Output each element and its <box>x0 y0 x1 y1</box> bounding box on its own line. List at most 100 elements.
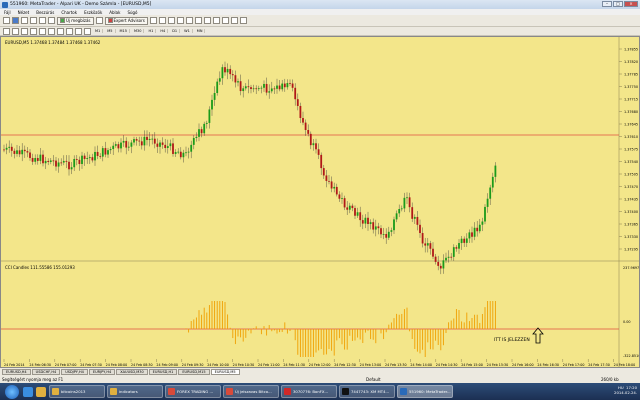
minimize-button[interactable]: – <box>602 1 612 7</box>
task-item-bitcoins[interactable]: bitcoins2013 <box>49 385 105 398</box>
chart-window[interactable]: EURUSD,M5 1.37468 1.37484 1.37468 1.3746… <box>0 36 640 368</box>
candle-body <box>429 243 432 249</box>
cursor-icon[interactable] <box>3 27 10 35</box>
price-axis: 1.37855 1.37820 1.37785 1.37750 1.37715 1.376… <box>619 48 638 252</box>
fibonacci-icon[interactable] <box>57 27 64 35</box>
timeframe-h4[interactable]: H4 <box>158 29 169 33</box>
candle-body <box>348 205 351 210</box>
timeframe-h1[interactable]: H1 <box>146 29 157 33</box>
ie-icon[interactable] <box>23 386 33 397</box>
candle-body <box>122 140 125 143</box>
menu-window[interactable]: Ablak <box>109 10 120 15</box>
menu-view[interactable]: Nézet <box>18 10 30 15</box>
text-icon[interactable] <box>66 27 73 35</box>
tab-xauusd-m30[interactable]: XAUUSD,M30 <box>116 369 148 375</box>
time-tick-label: 24 Feb 07:30 <box>80 363 102 367</box>
candle-body <box>263 83 265 88</box>
tab-usdjpy-h4[interactable]: USDJPY,H4 <box>61 369 88 375</box>
tab-eurusd-m15[interactable]: EURUSD,M15 <box>178 369 210 375</box>
line-chart-icon[interactable] <box>167 17 175 24</box>
menu-charts[interactable]: Chartok <box>61 10 77 15</box>
time-tick-label: 24 Feb 12:30 <box>334 363 356 367</box>
label-icon[interactable] <box>75 27 82 35</box>
task-item-xm-mt4[interactable]: 7447743: XM MT4... <box>339 385 395 398</box>
profiles-icon[interactable] <box>12 17 19 24</box>
task-item-bonfx[interactable]: 3070776: BonFX... <box>281 385 337 398</box>
maximize-button[interactable]: □ <box>613 1 623 7</box>
timeframe-w1[interactable]: W1 <box>182 29 193 33</box>
channel-icon[interactable] <box>48 27 55 35</box>
candle-body <box>200 129 203 134</box>
navigator-icon[interactable] <box>39 17 46 24</box>
menu-tools[interactable]: Eszközök <box>84 10 102 15</box>
vertical-line-icon[interactable] <box>21 27 28 35</box>
horizontal-line-icon[interactable] <box>30 27 37 35</box>
candle-body <box>78 159 81 165</box>
candle-body <box>117 144 120 149</box>
bonfx-icon <box>284 388 291 395</box>
timeframe-m1[interactable]: M1 <box>93 29 104 33</box>
timeframe-m30[interactable]: M30 <box>132 29 145 33</box>
candle-body <box>16 150 18 154</box>
candle-body <box>68 161 70 170</box>
crosshair-icon[interactable] <box>12 27 19 35</box>
tile-windows-icon[interactable] <box>194 17 202 24</box>
zoom-out-icon[interactable] <box>185 17 193 24</box>
timeframe-mn[interactable]: MN <box>195 29 206 33</box>
expert-advisors-button[interactable]: Expert Advisors <box>104 16 148 25</box>
menu-insert[interactable]: Beszúrás <box>36 10 54 15</box>
meta-editor-icon[interactable] <box>95 17 103 24</box>
candle-body <box>73 158 76 168</box>
candle-body <box>239 81 242 92</box>
zoom-in-icon[interactable] <box>176 17 184 24</box>
start-button-icon[interactable] <box>5 384 19 399</box>
timeframe-d1[interactable]: D1 <box>170 29 181 33</box>
auto-scroll-icon[interactable] <box>203 17 211 24</box>
folder-icon[interactable] <box>36 386 46 397</box>
candle-body <box>23 149 26 152</box>
time-tick-label: 24 Feb 2014 <box>4 363 25 367</box>
task-item-chrome-forex[interactable]: FOREX TRADING ... <box>165 385 221 398</box>
data-window-icon[interactable] <box>30 17 37 24</box>
task-item-metatrader[interactable]: 551960: MetaTrader... <box>397 385 453 398</box>
candle-body <box>413 216 416 219</box>
candle-body <box>148 138 151 140</box>
candle-body <box>432 248 434 257</box>
price-chart[interactable]: EURUSD,M5 1.37468 1.37484 1.37468 1.3746… <box>1 37 639 367</box>
tab-eurusd-m5[interactable]: EURUSD,M5 <box>210 369 240 375</box>
periods-icon[interactable] <box>230 17 238 24</box>
menu-file[interactable]: Fájl <box>4 10 11 15</box>
candle-body <box>419 224 421 234</box>
candle-body <box>75 158 78 160</box>
candle-body <box>5 147 8 150</box>
bar-chart-icon[interactable] <box>149 17 157 24</box>
candle-body <box>112 145 115 150</box>
candle-body <box>107 150 109 155</box>
new-chart-icon[interactable] <box>3 17 10 24</box>
terminal-icon[interactable] <box>48 17 55 24</box>
market-watch-icon[interactable] <box>21 17 28 24</box>
timeframe-m15[interactable]: M15 <box>118 29 130 33</box>
candle-body <box>442 260 445 269</box>
indicators-icon[interactable] <box>221 17 229 24</box>
task-item-indicators[interactable]: indicators <box>107 385 163 398</box>
templates-icon[interactable] <box>239 17 247 24</box>
candle-body <box>127 146 130 148</box>
chart-shift-icon[interactable] <box>212 17 220 24</box>
arrows-icon[interactable] <box>84 27 91 35</box>
menu-help[interactable]: Súgó <box>127 10 137 15</box>
tab-eurusd-h1[interactable]: EURUSD,H1 <box>148 369 178 375</box>
close-button[interactable]: × <box>624 1 638 7</box>
candle-body <box>47 160 50 162</box>
tab-eurusd-h4[interactable]: EURUSD,H4 <box>2 369 31 375</box>
candle-body <box>346 207 349 210</box>
candlestick-icon[interactable] <box>158 17 166 24</box>
candle-body <box>465 238 468 243</box>
trendline-icon[interactable] <box>39 27 46 35</box>
new-order-button[interactable]: Új megbízás <box>57 16 94 25</box>
timeframe-m5[interactable]: M5 <box>105 29 116 33</box>
candle-body <box>44 160 47 164</box>
tab-eurjpy-h4[interactable]: EURJPY,H4 <box>88 369 116 375</box>
task-item-chrome-bitcoin[interactable]: Új jelszavas Bitco... <box>223 385 279 398</box>
tab-usdchf-h4[interactable]: USDCHF,H4 <box>31 369 61 375</box>
